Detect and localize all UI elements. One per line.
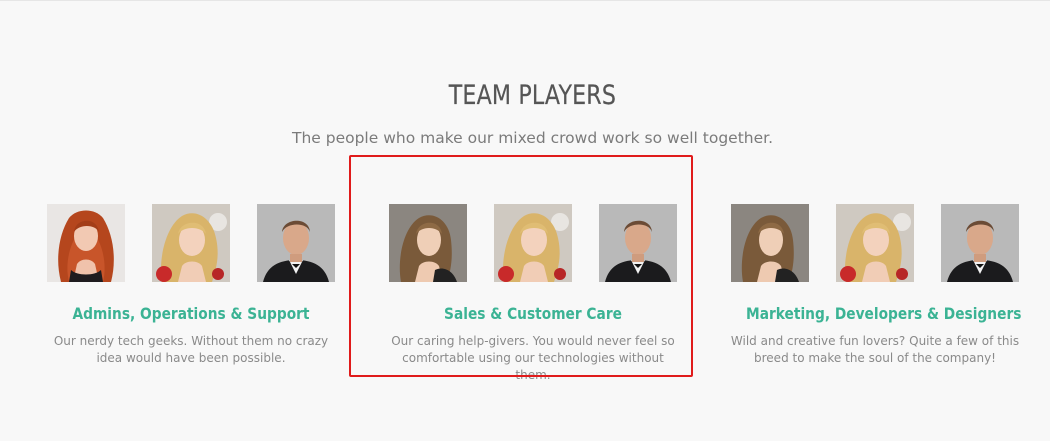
team-description: Our caring help-givers. You would never … (391, 334, 675, 382)
team-admins-operations-support: Admins, Operations & Support Our nerdy t… (41, 204, 341, 365)
team-member-photo[interactable] (47, 204, 125, 282)
team-photos (41, 204, 341, 282)
portrait-image (941, 204, 1019, 282)
portrait-image (47, 204, 125, 282)
team-photos (725, 204, 1025, 282)
portrait-image (389, 204, 467, 282)
section-title: TEAM PLAYERS (448, 80, 617, 111)
portrait-image (494, 204, 572, 282)
section-subtitle: The people who make our mixed crowd work… (291, 129, 774, 147)
team-description: Our nerdy tech geeks. Without them no cr… (53, 334, 329, 365)
team-member-photo[interactable] (599, 204, 677, 282)
portrait-image (731, 204, 809, 282)
top-divider (0, 0, 1050, 1)
portrait-image (599, 204, 677, 282)
team-member-photo[interactable] (152, 204, 230, 282)
team-member-photo[interactable] (494, 204, 572, 282)
portrait-image (152, 204, 230, 282)
portrait-image (836, 204, 914, 282)
team-name: Sales & Customer Care (444, 304, 622, 323)
team-name: Marketing, Developers & Designers (746, 304, 1022, 323)
team-marketing-developers-designers: Marketing, Developers & Designers Wild a… (725, 204, 1025, 365)
team-member-photo[interactable] (389, 204, 467, 282)
team-member-photo[interactable] (941, 204, 1019, 282)
team-sales-customer-care: Sales & Customer Care Our caring help-gi… (383, 204, 683, 382)
team-description: Wild and creative fun lovers? Quite a fe… (730, 334, 1020, 365)
team-member-photo[interactable] (731, 204, 809, 282)
team-name: Admins, Operations & Support (72, 304, 310, 323)
team-photos (383, 204, 683, 282)
portrait-image (257, 204, 335, 282)
team-member-photo[interactable] (257, 204, 335, 282)
team-member-photo[interactable] (836, 204, 914, 282)
